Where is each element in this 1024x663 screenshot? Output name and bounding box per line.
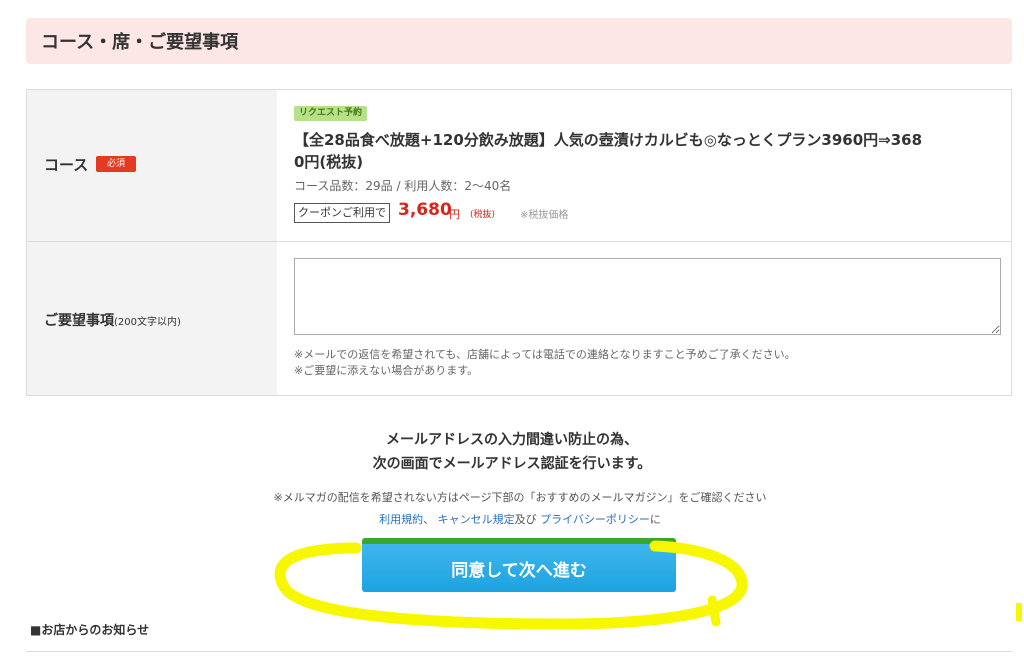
request-row: ご要望事項(200文字以内) ※メールでの返信を希望されても、店舗によっては電話… [27,242,1011,395]
request-note-disclaimer: ※ご要望に添えない場合があります。 [294,364,479,377]
section-header: コース・席・ご要望事項 [26,18,1012,64]
request-label-cell: ご要望事項(200文字以内) [27,242,277,395]
request-reservation-badge: リクエスト予約 [294,106,368,121]
reservation-form-page: コース・席・ご要望事項 コース 必須 リクエスト予約 【全28品食べ放題+120… [0,0,1024,663]
links-tail: に [649,513,661,526]
price-tax-label: (税抜) [470,210,496,220]
links-separator: 、 [423,513,435,526]
course-title: 【全28品食べ放題+120分飲み放題】人気の壺漬けカルビも◎なっとくプラン396… [294,129,954,173]
price-unit: 円 [449,208,460,221]
form-table: コース 必須 リクエスト予約 【全28品食べ放題+120分飲み放題】人気の壺漬け… [26,89,1012,396]
privacy-policy-link[interactable]: プライバシーポリシー [540,513,650,526]
course-value-cell: リクエスト予約 【全28品食べ放題+120分飲み放題】人気の壺漬けカルビも◎なっ… [277,90,1011,241]
request-value-cell: ※メールでの返信を希望されても、店舗によっては電話での連絡となりますこと予めご了… [277,242,1011,395]
tax-note: ※税抜価格 [520,210,569,221]
request-note-email: ※メールでの返信を希望されても、店舗によっては電話での連絡となりますこと予めご了… [294,348,796,361]
request-label-limit: (200文字以内) [114,317,181,328]
course-label-cell: コース 必須 [27,90,277,241]
course-label: コース [44,156,89,174]
required-badge: 必須 [96,156,136,172]
verify-line1: メールアドレスの入力間違い防止の為、 [386,432,638,448]
mailmag-note: ※メルマガの配信を希望されない方はページ下部の「おすすめのメールマガジン」をご確… [273,491,767,504]
agreement-links: 利用規約、 キャンセル規定及び プライバシーポリシーに [0,511,1024,527]
course-row: コース 必須 リクエスト予約 【全28品食べ放題+120分飲み放題】人気の壺漬け… [27,90,1011,242]
yellow-highlight-mark [1016,603,1022,621]
course-title-line1: 【全28品食べ放題+120分飲み放題】人気の壺漬けカルビも◎なっとくプラン396… [294,131,923,149]
course-price: 3,680 [398,200,452,220]
request-label-text: ご要望事項 [44,313,114,329]
course-meta: コース品数：29品 / 利用人数：2～40名 [294,179,512,193]
course-title-line2: 0円(税抜) [294,153,364,171]
yellow-highlight-tail [707,595,721,627]
request-textarea[interactable] [294,258,1001,335]
verify-line2: 次の画面でメールアドレス認証を行います。 [372,456,652,472]
shop-notice-heading: ■お店からのお知らせ [30,623,150,637]
section-title: コース・席・ご要望事項 [41,32,239,53]
cancel-policy-link[interactable]: キャンセル規定 [438,513,515,526]
terms-link[interactable]: 利用規約 [379,513,423,526]
request-label: ご要望事項(200文字以内) [44,310,181,330]
links-and: 及び [514,513,537,526]
coupon-label: クーポンご利用で [294,203,390,223]
bottom-divider [26,651,1012,652]
email-verify-message: メールアドレスの入力間違い防止の為、 次の画面でメールアドレス認証を行います。 [0,428,1024,476]
agree-next-button[interactable]: 同意して次へ進む [362,538,676,592]
